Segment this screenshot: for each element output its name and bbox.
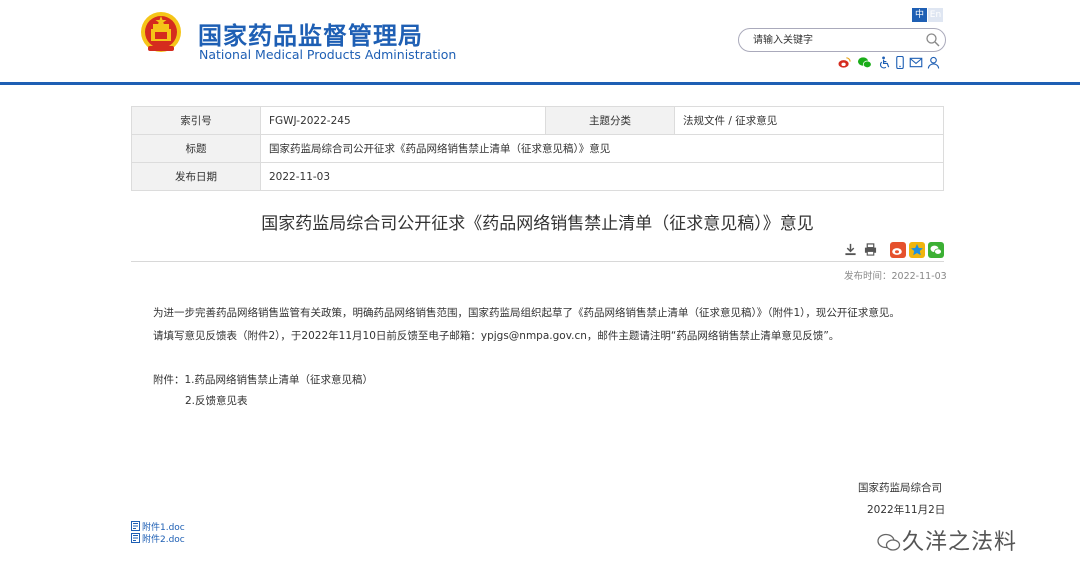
title-label: 标题 [131, 134, 261, 163]
article-paragraph-2: 请填写意见反馈表（附件2），于2022年11月10日前反馈至电子邮箱：ypjgs… [153, 330, 840, 342]
attachment-line-1: 附件：1.药品网络销售禁止清单（征求意见稿） [153, 374, 374, 386]
mailbox-icon[interactable] [909, 56, 923, 69]
date-label: 发布日期 [131, 162, 261, 191]
table-row: 索引号 FGWJ-2022-245 主题分类 法规文件 / 征求意见 [131, 106, 944, 135]
header-divider-bar [0, 82, 1080, 85]
site-title-chinese[interactable]: 国家药品监督管理局 [198, 16, 423, 51]
signature-organization: 国家药监局综合司 [858, 482, 942, 494]
index-value: FGWJ-2022-245 [260, 106, 546, 135]
mobile-icon[interactable] [895, 56, 905, 69]
date-value: 2022-11-03 [260, 162, 944, 191]
search-input[interactable] [753, 32, 913, 48]
attachment-line-2: 2.反馈意见表 [185, 395, 248, 407]
download-icon[interactable] [844, 243, 857, 256]
share-weibo-icon[interactable] [890, 242, 906, 258]
doc-file-icon [131, 533, 140, 543]
watermark-text: 久洋之法料 [902, 530, 1018, 555]
share-wechat-icon[interactable] [928, 242, 944, 258]
article-paragraph-1: 为进一步完善药品网络销售监管有关政策，明确药品网络销售范围，国家药监局组织起草了… [153, 307, 900, 319]
language-english-button[interactable]: En [928, 8, 943, 22]
print-icon[interactable] [864, 243, 877, 256]
language-chinese-button[interactable]: 中 [912, 8, 927, 22]
national-emblem-logo[interactable] [138, 10, 184, 56]
share-qzone-icon[interactable] [909, 242, 925, 258]
download-attachment-2[interactable]: 附件2.doc [131, 532, 185, 545]
watermark: 久洋之法料 [876, 524, 1017, 556]
wechat-icon[interactable] [857, 56, 872, 69]
article-title: 国家药监局综合司公开征求《药品网络销售禁止清单（征求意见稿）》意见 [261, 214, 814, 234]
user-icon[interactable] [927, 56, 940, 69]
accessibility-icon[interactable] [878, 56, 891, 69]
site-title-english[interactable]: National Medical Products Administration [199, 47, 456, 62]
search-box [738, 28, 946, 52]
article-divider [131, 261, 944, 262]
wechat-watermark-icon [877, 533, 901, 551]
category-label: 主题分类 [545, 106, 675, 135]
weibo-icon[interactable] [838, 56, 851, 69]
signature-date: 2022年11月2日 [867, 504, 946, 516]
category-value: 法规文件 / 征求意见 [674, 106, 944, 135]
search-icon[interactable] [925, 32, 941, 48]
download-attachment-2-label[interactable]: 附件2.doc [142, 535, 185, 545]
publish-time: 发布时间：2022-11-03 [844, 271, 947, 282]
title-value: 国家药监局综合司公开征求《药品网络销售禁止清单（征求意见稿）》意见 [260, 134, 944, 163]
doc-file-icon [131, 521, 140, 531]
index-label: 索引号 [131, 106, 261, 135]
document-metadata-table: 索引号 FGWJ-2022-245 主题分类 法规文件 / 征求意见 标题 国家… [131, 106, 944, 191]
table-row: 发布日期 2022-11-03 [131, 162, 944, 191]
table-row: 标题 国家药监局综合司公开征求《药品网络销售禁止清单（征求意见稿）》意见 [131, 134, 944, 163]
